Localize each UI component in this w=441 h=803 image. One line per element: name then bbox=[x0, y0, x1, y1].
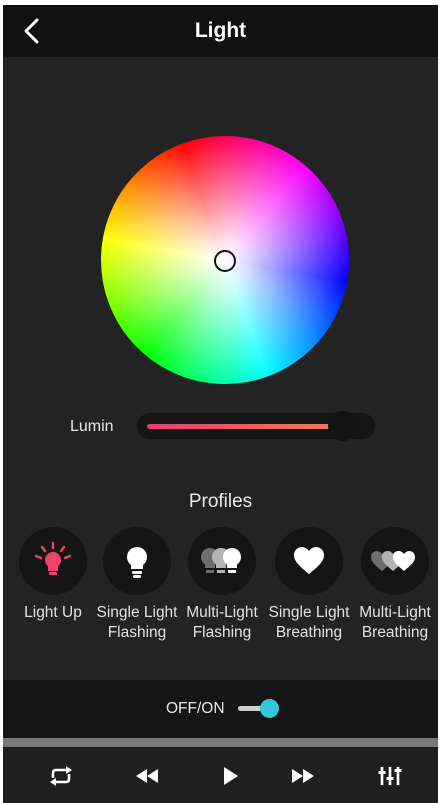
fast-forward-icon bbox=[292, 769, 314, 783]
fast-forward-button[interactable] bbox=[289, 764, 317, 788]
profile-icon-button bbox=[188, 527, 256, 595]
bulb-glow-icon bbox=[34, 541, 72, 575]
repeat-icon bbox=[50, 766, 72, 786]
app-screen: Light Lumin Profiles Light Up Single Lig… bbox=[3, 5, 438, 803]
multi-bulb-icon bbox=[201, 548, 241, 573]
lumin-slider-thumb[interactable] bbox=[327, 411, 358, 441]
play-button[interactable] bbox=[217, 764, 245, 788]
header-bar: Light bbox=[3, 5, 438, 57]
player-controls bbox=[3, 747, 438, 803]
profile-single-light-flashing[interactable]: Single Light Flashing bbox=[93, 527, 181, 643]
profile-icon-button bbox=[103, 527, 171, 595]
lumin-label: Lumin bbox=[70, 418, 114, 435]
playback-progress-bar[interactable] bbox=[3, 738, 438, 747]
profiles-heading: Profiles bbox=[188, 491, 253, 512]
profile-single-light-breathing[interactable]: Single Light Breathing bbox=[265, 527, 353, 643]
power-toggle[interactable] bbox=[236, 697, 282, 721]
profile-label: Single Light Flashing bbox=[96, 604, 178, 641]
equalizer-button[interactable] bbox=[376, 764, 404, 788]
profile-label: Light Up bbox=[24, 604, 82, 621]
heart-icon bbox=[294, 547, 324, 574]
bulb-icon bbox=[127, 547, 147, 578]
profile-label: Single Light Breathing bbox=[268, 604, 350, 641]
profile-label: Multi-Light Breathing bbox=[359, 604, 431, 641]
power-label: OFF/ON bbox=[166, 700, 225, 717]
page-title: Light bbox=[194, 19, 247, 42]
profile-multi-light-breathing[interactable]: Multi-Light Breathing bbox=[351, 527, 439, 643]
rewind-button[interactable] bbox=[133, 764, 161, 788]
profile-label: Multi-Light Flashing bbox=[186, 604, 258, 641]
profile-icon-button bbox=[19, 527, 87, 595]
power-bar: OFF/ON bbox=[3, 680, 438, 738]
equalizer-icon bbox=[378, 767, 402, 785]
profile-light-up[interactable]: Light Up bbox=[9, 527, 97, 623]
lumin-slider-fill bbox=[147, 424, 343, 429]
profile-multi-light-flashing[interactable]: Multi-Light Flashing bbox=[178, 527, 266, 643]
profile-icon-button bbox=[361, 527, 429, 595]
multi-heart-icon bbox=[371, 551, 415, 571]
rewind-icon bbox=[136, 769, 158, 783]
power-toggle-knob bbox=[260, 699, 279, 718]
repeat-button[interactable] bbox=[47, 764, 75, 788]
color-picker-handle[interactable] bbox=[214, 250, 236, 272]
play-icon bbox=[224, 767, 238, 785]
light-settings-panel: Lumin Profiles Light Up Single Light Fla… bbox=[3, 57, 438, 680]
lumin-slider[interactable] bbox=[137, 411, 375, 441]
profile-icon-button bbox=[275, 527, 343, 595]
